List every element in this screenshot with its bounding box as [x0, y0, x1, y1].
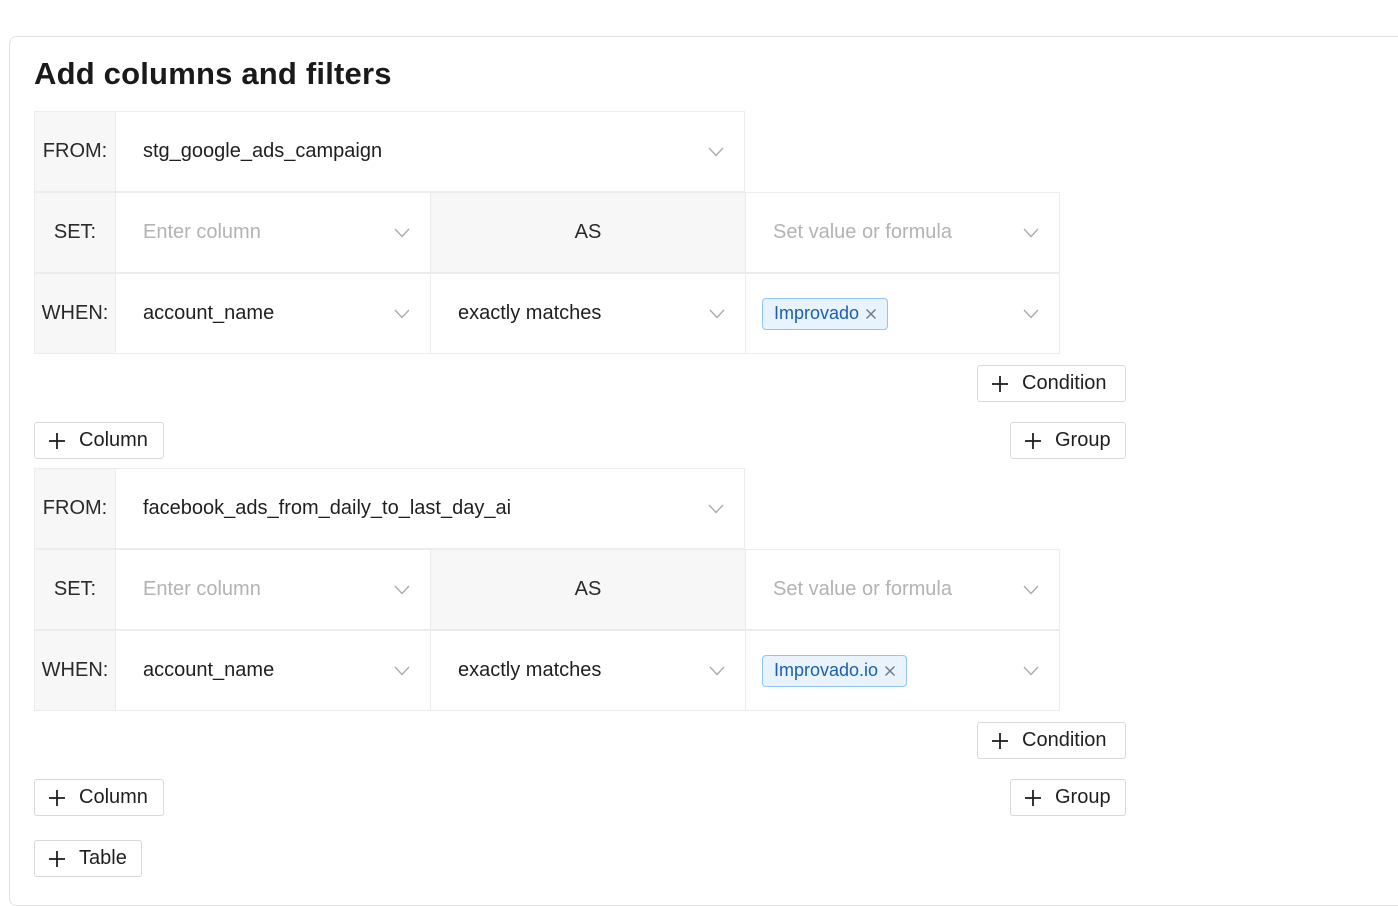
plus-icon [49, 850, 65, 867]
plus-icon [49, 432, 65, 449]
set-label: SET: [34, 549, 116, 630]
chevron-down-icon [1023, 585, 1039, 594]
chevron-down-icon [709, 309, 725, 318]
add-group-label: Group [1055, 786, 1111, 808]
value-tag-label: Improvado.io [774, 660, 879, 680]
chevron-down-icon [709, 666, 725, 675]
from-table-select[interactable]: facebook_ads_from_daily_to_last_day_ai [115, 468, 745, 549]
plus-icon [992, 732, 1008, 749]
set-column-placeholder: Enter column [143, 221, 261, 243]
close-icon[interactable] [865, 308, 877, 320]
add-condition-button[interactable]: Condition [977, 722, 1126, 759]
set-value-placeholder: Set value or formula [773, 221, 952, 243]
add-condition-button[interactable]: Condition [977, 365, 1126, 402]
when-value-select[interactable]: Improvado.io [745, 630, 1060, 711]
when-operator-value: exactly matches [458, 659, 602, 681]
add-column-button[interactable]: Column [34, 779, 164, 816]
add-group-label: Group [1055, 429, 1111, 451]
add-column-label: Column [79, 429, 148, 451]
chevron-down-icon [394, 309, 410, 318]
from-table-value: facebook_ads_from_daily_to_last_day_ai [143, 497, 512, 519]
when-label: WHEN: [34, 630, 116, 711]
chevron-down-icon [1023, 309, 1039, 318]
when-value-select[interactable]: Improvado [745, 273, 1060, 354]
when-operator-select[interactable]: exactly matches [430, 273, 746, 354]
set-column-select[interactable]: Enter column [115, 549, 431, 630]
chevron-down-icon [1023, 666, 1039, 675]
when-column-value: account_name [143, 302, 275, 324]
as-label: AS [430, 549, 746, 630]
page-title: Add columns and filters [34, 56, 392, 91]
when-label: WHEN: [34, 273, 116, 354]
when-column-select[interactable]: account_name [115, 273, 431, 354]
add-column-button[interactable]: Column [34, 422, 164, 459]
from-label: FROM: [34, 111, 116, 192]
add-column-label: Column [79, 786, 148, 808]
when-operator-select[interactable]: exactly matches [430, 630, 746, 711]
chevron-down-icon [394, 585, 410, 594]
from-table-value: stg_google_ads_campaign [143, 140, 383, 162]
close-icon[interactable] [884, 665, 896, 677]
add-table-label: Table [79, 847, 127, 869]
chevron-down-icon [708, 504, 724, 513]
from-table-select[interactable]: stg_google_ads_campaign [115, 111, 745, 192]
set-column-placeholder: Enter column [143, 578, 261, 600]
from-label: FROM: [34, 468, 116, 549]
add-group-button[interactable]: Group [1010, 422, 1126, 459]
when-column-value: account_name [143, 659, 275, 681]
value-tag: Improvado [762, 297, 889, 330]
as-label: AS [430, 192, 746, 273]
chevron-down-icon [708, 147, 724, 156]
when-column-select[interactable]: account_name [115, 630, 431, 711]
value-tag-label: Improvado [774, 303, 860, 323]
set-value-placeholder: Set value or formula [773, 578, 952, 600]
plus-icon [1025, 432, 1041, 449]
set-label: SET: [34, 192, 116, 273]
set-value-select[interactable]: Set value or formula [745, 549, 1060, 630]
plus-icon [1025, 789, 1041, 806]
add-condition-label: Condition [1022, 372, 1107, 394]
set-column-select[interactable]: Enter column [115, 192, 431, 273]
chevron-down-icon [394, 666, 410, 675]
when-operator-value: exactly matches [458, 302, 602, 324]
add-group-button[interactable]: Group [1010, 779, 1126, 816]
add-table-button[interactable]: Table [34, 840, 142, 877]
value-tag: Improvado.io [762, 654, 908, 687]
chevron-down-icon [1023, 228, 1039, 237]
set-value-select[interactable]: Set value or formula [745, 192, 1060, 273]
plus-icon [992, 375, 1008, 392]
chevron-down-icon [394, 228, 410, 237]
add-condition-label: Condition [1022, 729, 1107, 751]
plus-icon [49, 789, 65, 806]
